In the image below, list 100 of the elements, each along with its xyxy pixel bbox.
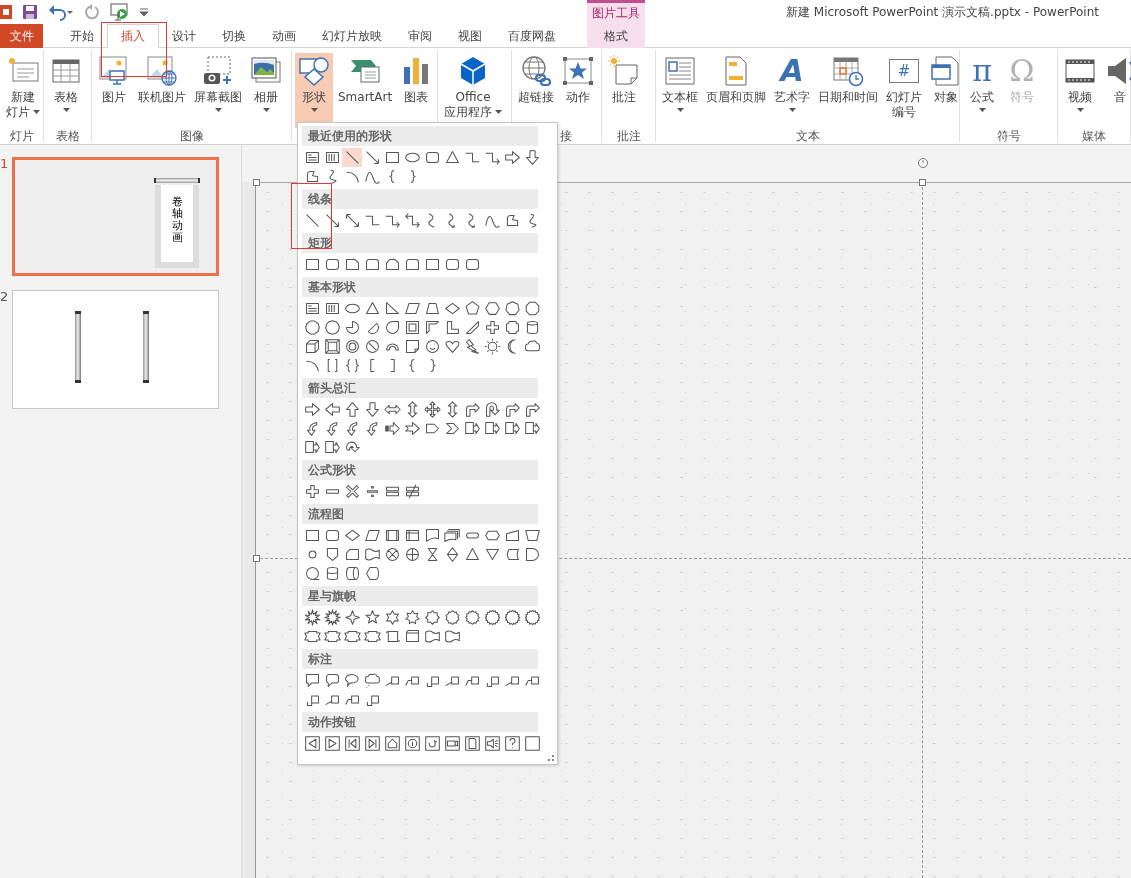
help-button-icon[interactable] — [503, 735, 521, 752]
vertical-text-box-icon[interactable] — [323, 300, 341, 317]
plus-sign-icon[interactable] — [303, 483, 321, 500]
sixteen-point-star-icon[interactable] — [523, 609, 541, 626]
no-symbol-icon[interactable] — [363, 338, 381, 355]
arrow-callout-icon[interactable] — [503, 420, 521, 437]
striped-arrow-icon[interactable] — [383, 420, 401, 437]
return-button-icon[interactable] — [423, 735, 441, 752]
ribbon-banner-icon[interactable] — [363, 628, 381, 645]
u-turn-arrow-icon[interactable] — [483, 401, 501, 418]
dodecagon-icon[interactable] — [323, 319, 341, 336]
sun-icon[interactable] — [483, 338, 501, 355]
ribbon-tab[interactable]: 格式 — [587, 24, 645, 48]
multiply-sign-icon[interactable] — [343, 483, 361, 500]
document-button-icon[interactable] — [463, 735, 481, 752]
parallelogram-icon[interactable] — [363, 527, 381, 544]
wave-banner-icon[interactable] — [423, 628, 441, 645]
ribbon-button[interactable]: 对象 — [927, 53, 965, 128]
ribbon-banner-icon[interactable] — [303, 628, 321, 645]
triangle-icon[interactable] — [363, 300, 381, 317]
diamond-icon[interactable] — [443, 300, 461, 317]
info-button-icon[interactable] — [403, 735, 421, 752]
hexagon-icon[interactable] — [483, 300, 501, 317]
plaque-icon[interactable] — [503, 319, 521, 336]
octagon-icon[interactable] — [523, 300, 541, 317]
ribbon-button[interactable]: 新建 灯片 — [3, 53, 43, 128]
folded-corner-icon[interactable] — [403, 338, 421, 355]
rectangle-icon[interactable] — [303, 527, 321, 544]
skip-back-button-icon[interactable] — [343, 735, 361, 752]
wave-banner-icon[interactable] — [363, 546, 381, 563]
card-icon[interactable] — [343, 546, 361, 563]
teardrop-icon[interactable] — [383, 319, 401, 336]
ribbon-button[interactable]: 文本框 — [659, 53, 701, 128]
multiple-documents-icon[interactable] — [443, 527, 461, 544]
cloud-callout-icon[interactable] — [363, 672, 381, 689]
scroll-icon[interactable] — [383, 628, 401, 645]
ribbon-button[interactable]: 页眉和页脚 — [703, 53, 769, 128]
ribbon-button[interactable]: 超链接 — [515, 53, 557, 128]
ribbon-banner-icon[interactable] — [343, 628, 361, 645]
right-arrow-icon[interactable] — [503, 149, 521, 166]
arrow-callout-icon[interactable] — [483, 420, 501, 437]
ribbon-button[interactable]: 联机图片 — [135, 53, 189, 128]
diamond-icon[interactable] — [343, 527, 361, 544]
document-icon[interactable] — [423, 527, 441, 544]
trapezoid-icon[interactable] — [423, 300, 441, 317]
bent-arrow-icon[interactable] — [463, 401, 481, 418]
decagon-icon[interactable] — [303, 319, 321, 336]
ribbon-tab[interactable]: 开始 — [57, 24, 107, 48]
arrow-callout-icon[interactable] — [463, 420, 481, 437]
bevel-icon[interactable] — [323, 338, 341, 355]
speech-callout-icon[interactable] — [323, 672, 341, 689]
drum-icon[interactable] — [343, 565, 361, 582]
rectangle-icon[interactable] — [423, 256, 441, 273]
ribbon-button[interactable]: 批注 — [605, 53, 643, 128]
ribbon-tab[interactable]: 审阅 — [395, 24, 445, 48]
parallelogram-icon[interactable] — [403, 300, 421, 317]
back-button-icon[interactable] — [303, 735, 321, 752]
up-arrow-icon[interactable] — [343, 401, 361, 418]
elbow-double-arrow-icon[interactable] — [403, 212, 421, 229]
pentagon-icon[interactable] — [463, 300, 481, 317]
ribbon-tab[interactable]: 百度网盘 — [495, 24, 569, 48]
sound-button-icon[interactable] — [483, 735, 501, 752]
seven-point-star-icon[interactable] — [403, 609, 421, 626]
resize-handle[interactable] — [919, 179, 926, 186]
sixteen-point-star-icon[interactable] — [503, 609, 521, 626]
text-box-icon[interactable] — [303, 149, 321, 166]
chevron-icon[interactable] — [443, 420, 461, 437]
left-arrow-icon[interactable] — [323, 401, 341, 418]
arrow-callout-icon[interactable] — [523, 420, 541, 437]
down-arrow-icon[interactable] — [523, 149, 541, 166]
sixteen-point-star-icon[interactable] — [483, 609, 501, 626]
internal-storage-icon[interactable] — [403, 527, 421, 544]
ribbon-tab[interactable]: 动画 — [259, 24, 309, 48]
explosion-burst-icon[interactable] — [323, 609, 341, 626]
rotate-handle-icon[interactable] — [917, 157, 929, 169]
brace-pair-icon[interactable] — [343, 357, 361, 374]
pie-icon[interactable] — [343, 319, 361, 336]
ten-point-star-icon[interactable] — [443, 609, 461, 626]
ribbon-button[interactable]: 日期和时间 — [815, 53, 881, 128]
wave-banner-icon[interactable] — [443, 628, 461, 645]
oval-callout-icon[interactable] — [343, 672, 361, 689]
inverted-triangle-icon[interactable] — [483, 546, 501, 563]
heart-icon[interactable] — [443, 338, 461, 355]
triangle-icon[interactable] — [443, 149, 461, 166]
home-button-icon[interactable] — [383, 735, 401, 752]
trapezoid-icon[interactable] — [523, 527, 541, 544]
vertical-text-box-icon[interactable] — [323, 149, 341, 166]
ribbon-tab[interactable]: 幻灯片放映 — [309, 24, 395, 48]
file-tab[interactable]: 文件 — [0, 24, 43, 48]
ribbon-tab[interactable]: 切换 — [209, 24, 259, 48]
ribbon-button[interactable]: 视频 — [1061, 53, 1099, 128]
ribbon-button[interactable]: 图片 — [95, 53, 133, 128]
play-button-icon[interactable] — [323, 735, 341, 752]
triangle-icon[interactable] — [463, 546, 481, 563]
undo-icon[interactable] — [48, 3, 74, 21]
text-box-icon[interactable] — [303, 300, 321, 317]
ribbon-button[interactable]: 图表 — [397, 53, 436, 128]
ribbon-button[interactable]: # 幻灯片 编号 — [883, 53, 925, 128]
notched-arrow-icon[interactable] — [403, 420, 421, 437]
save-icon[interactable] — [22, 3, 38, 21]
